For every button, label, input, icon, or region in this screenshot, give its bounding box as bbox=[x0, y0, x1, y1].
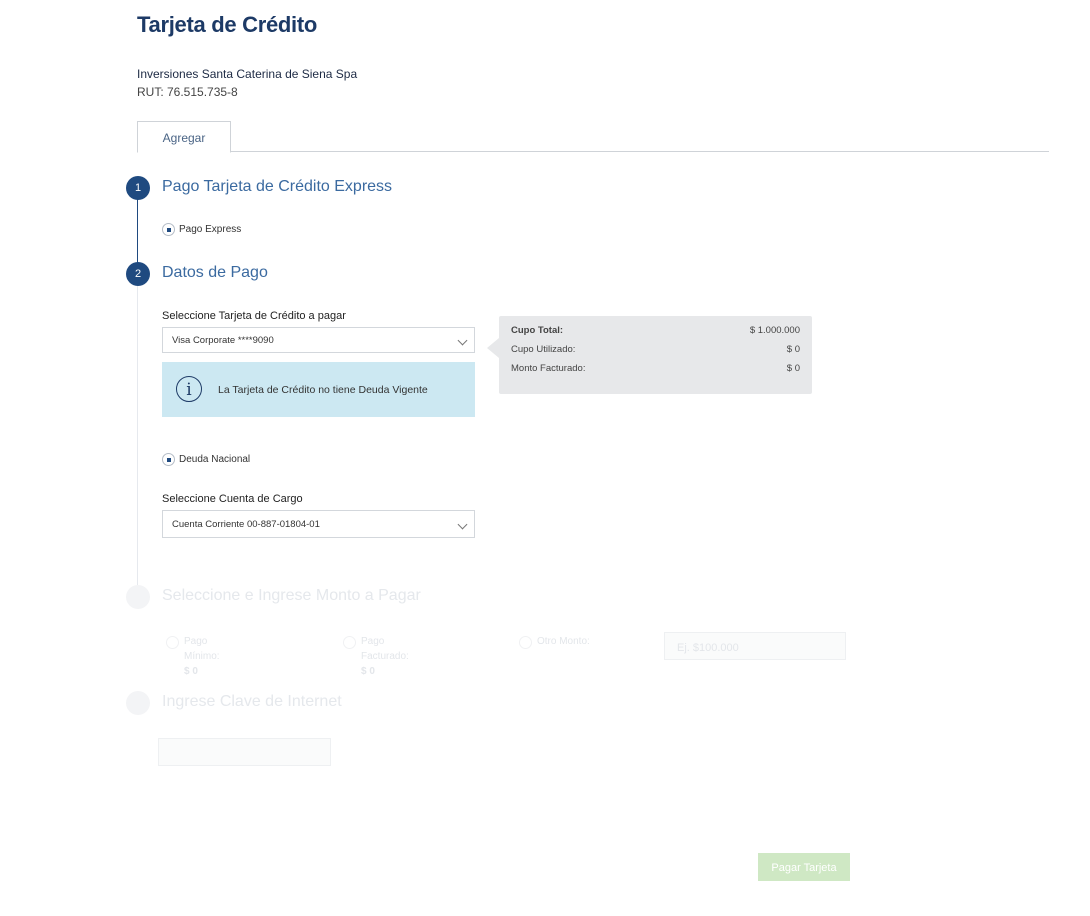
pago-minimo-line1: Pago bbox=[184, 636, 208, 647]
chevron-down-icon bbox=[457, 519, 468, 530]
internet-password-input[interactable] bbox=[158, 738, 331, 766]
timeline-line-2 bbox=[137, 285, 138, 585]
amount-input[interactable]: Ej. $100.000 bbox=[664, 632, 846, 660]
account-select[interactable]: Cuenta Corriente 00-887-01804-01 bbox=[162, 510, 475, 538]
tab-divider bbox=[137, 151, 1049, 152]
info-message-box: i La Tarjeta de Crédito no tiene Deuda V… bbox=[162, 362, 475, 417]
pago-minimo-radio[interactable] bbox=[166, 636, 179, 649]
tab-agregar[interactable]: Agregar bbox=[137, 121, 231, 153]
card-select[interactable]: Visa Corporate ****9090 bbox=[162, 327, 475, 353]
account-select-value: Cuenta Corriente 00-887-01804-01 bbox=[172, 519, 320, 530]
deuda-nacional-label: Deuda Nacional bbox=[179, 454, 251, 465]
summary-row-monto-facturado: Monto Facturado: $ 0 bbox=[511, 363, 800, 374]
summary-value: $ 1.000.000 bbox=[749, 325, 800, 336]
card-select-value: Visa Corporate ****9090 bbox=[172, 335, 274, 346]
pago-express-option[interactable]: Pago Express bbox=[162, 223, 241, 236]
otro-monto-option[interactable]: Otro Monto: bbox=[519, 634, 590, 649]
card-select-label: Seleccione Tarjeta de Crédito a pagar bbox=[162, 310, 346, 322]
summary-row-cupo-utilizado: Cupo Utilizado: $ 0 bbox=[511, 344, 800, 355]
summary-row-cupo-total: Cupo Total: $ 1.000.000 bbox=[511, 325, 800, 336]
step-4-title: Ingrese Clave de Internet bbox=[162, 693, 342, 710]
step-1-title: Pago Tarjeta de Crédito Express bbox=[162, 178, 393, 195]
pago-express-radio[interactable] bbox=[162, 223, 175, 236]
otro-monto-radio[interactable] bbox=[519, 636, 532, 649]
pago-express-label: Pago Express bbox=[179, 224, 242, 235]
pago-minimo-line2: Mínimo: bbox=[184, 651, 220, 662]
summary-arrow bbox=[487, 338, 499, 358]
summary-label: Cupo Utilizado: bbox=[511, 344, 576, 355]
summary-label: Monto Facturado: bbox=[511, 363, 586, 374]
step-2-title: Datos de Pago bbox=[162, 264, 268, 281]
pago-facturado-line2: Facturado: bbox=[361, 651, 409, 662]
amount-input-placeholder: Ej. $100.000 bbox=[677, 642, 739, 654]
company-name: Inversiones Santa Caterina de Siena Spa bbox=[137, 67, 358, 81]
pago-facturado-option[interactable]: Pago Facturado: $ 0 bbox=[343, 634, 409, 679]
company-rut: RUT: 76.515.735-8 bbox=[137, 85, 238, 99]
pago-minimo-amount: $ 0 bbox=[184, 666, 198, 677]
step-2-circle: 2 bbox=[126, 262, 150, 286]
timeline-line-1 bbox=[137, 199, 138, 265]
page-title: Tarjeta de Crédito bbox=[137, 12, 318, 37]
summary-label: Cupo Total: bbox=[511, 325, 564, 336]
step-4-circle: 4 bbox=[126, 691, 150, 715]
info-icon: i bbox=[176, 376, 202, 402]
account-select-label: Seleccione Cuenta de Cargo bbox=[162, 493, 303, 505]
pago-minimo-option[interactable]: Pago Mínimo: $ 0 bbox=[166, 634, 220, 679]
info-message-text: La Tarjeta de Crédito no tiene Deuda Vig… bbox=[218, 384, 428, 396]
chevron-down-icon bbox=[457, 335, 468, 346]
pago-facturado-amount: $ 0 bbox=[361, 666, 375, 677]
step-3-title: Seleccione e Ingrese Monto a Pagar bbox=[162, 587, 421, 604]
deuda-nacional-radio[interactable] bbox=[162, 453, 175, 466]
pay-card-button[interactable]: Pagar Tarjeta bbox=[758, 853, 850, 881]
pago-facturado-line1: Pago bbox=[361, 636, 385, 647]
step-3-circle: 3 bbox=[126, 585, 150, 609]
step-1-circle: 1 bbox=[126, 176, 150, 200]
otro-monto-label: Otro Monto: bbox=[537, 636, 590, 647]
card-summary-panel: Cupo Total: $ 1.000.000 Cupo Utilizado: … bbox=[499, 316, 812, 394]
summary-value: $ 0 bbox=[786, 344, 800, 355]
pago-facturado-radio[interactable] bbox=[343, 636, 356, 649]
summary-value: $ 0 bbox=[786, 363, 800, 374]
deuda-nacional-option[interactable]: Deuda Nacional bbox=[162, 453, 250, 466]
